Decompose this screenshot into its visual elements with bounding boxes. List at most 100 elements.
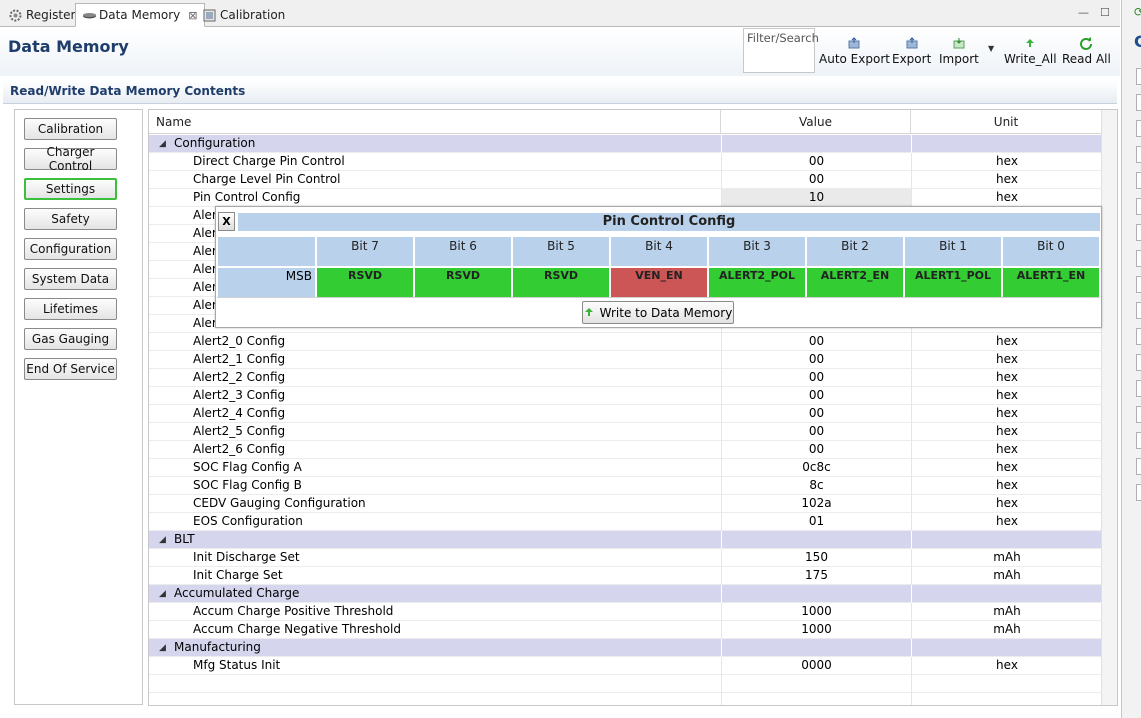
table-row[interactable]	[149, 675, 1102, 693]
minimize-icon[interactable]: —	[1078, 6, 1089, 19]
side-panel-button[interactable]	[1136, 94, 1141, 111]
value-cell[interactable]: 175	[721, 567, 911, 585]
value-cell[interactable]: 00	[721, 369, 911, 387]
table-row[interactable]: Alert2_0 Config 00 hex	[149, 333, 1102, 351]
value-cell[interactable]: 01	[721, 513, 911, 531]
table-row[interactable]: Alert2_5 Config 00 hex	[149, 423, 1102, 441]
table-row[interactable]: CEDV Gauging Configuration 102a hex	[149, 495, 1102, 513]
bit-toggle-cell[interactable]: ALERT1_POL	[905, 268, 1001, 297]
table-row[interactable]: Charge Level Pin Control 00 hex	[149, 171, 1102, 189]
side-panel-button[interactable]	[1136, 328, 1141, 345]
value-cell[interactable]: 1000	[721, 603, 911, 621]
value-cell[interactable]: 102a	[721, 495, 911, 513]
bit-toggle-cell[interactable]: ALERT2_POL	[709, 268, 805, 297]
nav-settings-button[interactable]: Settings	[24, 178, 117, 200]
table-row[interactable]: Mfg Status Init 0000 hex	[149, 657, 1102, 675]
group-row[interactable]: ◢ Accumulated Charge	[149, 585, 1102, 603]
export-button[interactable]: Export	[892, 36, 931, 66]
write-to-data-memory-button[interactable]: Write to Data Memory	[582, 301, 734, 324]
import-button[interactable]: Import	[939, 36, 979, 66]
table-row[interactable]: EOS Configuration 01 hex	[149, 513, 1102, 531]
nav-system-data-button[interactable]: System Data	[24, 268, 117, 290]
side-panel-button[interactable]	[1136, 302, 1141, 319]
table-row[interactable]: Alert2_1 Config 00 hex	[149, 351, 1102, 369]
import-dropdown-icon[interactable]: ▼	[988, 44, 994, 53]
collapse-caret-icon[interactable]: ◢	[159, 136, 166, 153]
value-cell[interactable]: 00	[721, 153, 911, 171]
value-cell[interactable]: 1000	[721, 621, 911, 639]
side-panel-button[interactable]	[1136, 68, 1141, 85]
side-panel-button[interactable]	[1136, 458, 1141, 475]
nav-end-of-service-button[interactable]: End Of Service	[24, 358, 117, 380]
side-panel-button[interactable]	[1136, 120, 1141, 137]
table-row[interactable]: Alert2_6 Config 00 hex	[149, 441, 1102, 459]
value-cell[interactable]: 00	[721, 405, 911, 423]
nav-safety-button[interactable]: Safety	[24, 208, 117, 230]
value-cell[interactable]: 00	[721, 333, 911, 351]
column-header-name[interactable]: Name	[149, 110, 721, 134]
column-header-value[interactable]: Value	[721, 110, 911, 134]
value-cell[interactable]: 150	[721, 549, 911, 567]
bit-toggle-cell[interactable]: ALERT2_EN	[807, 268, 903, 297]
table-row[interactable]: Pin Control Config 10 hex	[149, 189, 1102, 207]
side-panel-button[interactable]	[1136, 354, 1141, 371]
nav-gas-gauging-button[interactable]: Gas Gauging	[24, 328, 117, 350]
value-cell[interactable]: 00	[721, 423, 911, 441]
table-row[interactable]: Accum Charge Negative Threshold 1000 mAh	[149, 621, 1102, 639]
collapse-caret-icon[interactable]: ◢	[159, 640, 166, 657]
value-cell[interactable]: 00	[721, 387, 911, 405]
bit-toggle-cell[interactable]: ALERT1_EN	[1003, 268, 1099, 297]
value-cell[interactable]: 00	[721, 351, 911, 369]
tab-calibration[interactable]: Calibration	[196, 3, 292, 27]
write-all-button[interactable]: Write_All	[1004, 36, 1057, 66]
column-header-unit[interactable]: Unit	[911, 110, 1102, 134]
side-panel-button[interactable]	[1136, 224, 1141, 241]
collapse-caret-icon[interactable]: ◢	[159, 532, 166, 549]
table-row[interactable]: SOC Flag Config B 8c hex	[149, 477, 1102, 495]
side-panel-button[interactable]	[1136, 276, 1141, 293]
side-panel-button[interactable]	[1136, 380, 1141, 397]
table-row[interactable]: Alert2_4 Config 00 hex	[149, 405, 1102, 423]
filter-search-input[interactable]: Filter/Search	[743, 28, 819, 73]
value-cell[interactable]: 0c8c	[721, 459, 911, 477]
bit-toggle-cell[interactable]: RSVD	[415, 268, 511, 297]
value-cell[interactable]: 00	[721, 171, 911, 189]
side-panel-button[interactable]	[1136, 432, 1141, 449]
nav-configuration-button[interactable]: Configuration	[24, 238, 117, 260]
refresh-icon[interactable]: ⟳	[1134, 5, 1141, 19]
maximize-icon[interactable]: ☐	[1100, 6, 1110, 19]
value-cell[interactable]: 0000	[721, 657, 911, 675]
collapse-caret-icon[interactable]: ◢	[159, 586, 166, 603]
vertical-scrollbar[interactable]	[1101, 110, 1117, 705]
nav-charger-control-button[interactable]: Charger Control	[24, 145, 117, 173]
bit-toggle-cell[interactable]: RSVD	[317, 268, 413, 297]
side-panel-button[interactable]	[1136, 198, 1141, 215]
side-panel-button[interactable]	[1136, 172, 1141, 189]
bit-toggle-cell[interactable]: RSVD	[513, 268, 609, 297]
side-panel-button[interactable]	[1136, 250, 1141, 267]
table-row[interactable]: Direct Charge Pin Control 00 hex	[149, 153, 1102, 171]
value-cell[interactable]: 8c	[721, 477, 911, 495]
value-cell[interactable]: 00	[721, 441, 911, 459]
group-row[interactable]: ◢ BLT	[149, 531, 1102, 549]
side-panel-button[interactable]	[1136, 146, 1141, 163]
tab-data-memory[interactable]: Data Memory ⊠	[75, 3, 205, 27]
table-row[interactable]	[149, 693, 1102, 705]
table-row[interactable]: Alert2_3 Config 00 hex	[149, 387, 1102, 405]
table-row[interactable]: Init Charge Set 175 mAh	[149, 567, 1102, 585]
value-cell[interactable]: 10	[721, 189, 911, 207]
auto-export-button[interactable]: Auto Export	[819, 36, 890, 66]
group-row[interactable]: ◢ Manufacturing	[149, 639, 1102, 657]
bit-toggle-cell[interactable]: VEN_EN	[611, 268, 707, 297]
group-row[interactable]: ◢ Configuration	[149, 135, 1102, 153]
table-row[interactable]: SOC Flag Config A 0c8c hex	[149, 459, 1102, 477]
popup-close-button[interactable]: X	[218, 212, 235, 231]
read-all-button[interactable]: Read All	[1062, 36, 1111, 66]
side-panel-button[interactable]	[1136, 406, 1141, 423]
table-row[interactable]: Accum Charge Positive Threshold 1000 mAh	[149, 603, 1102, 621]
table-row[interactable]: Alert2_2 Config 00 hex	[149, 369, 1102, 387]
nav-lifetimes-button[interactable]: Lifetimes	[24, 298, 117, 320]
nav-calibration-button[interactable]: Calibration	[24, 118, 117, 140]
side-panel-button[interactable]	[1136, 484, 1141, 501]
table-row[interactable]: Init Discharge Set 150 mAh	[149, 549, 1102, 567]
